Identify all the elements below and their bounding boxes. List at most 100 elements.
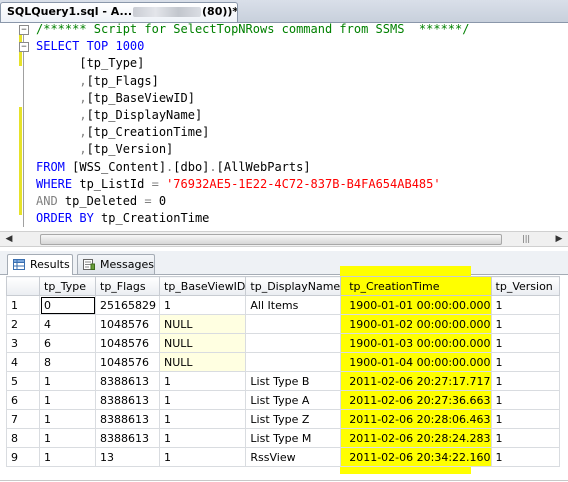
column-header-tp-creationtime[interactable]: tp_CreationTime bbox=[340, 276, 492, 296]
grid-cell[interactable]: 2011-02-06 20:27:36.663 bbox=[340, 390, 492, 410]
grid-cell[interactable]: 2011-02-06 20:28:24.283 bbox=[340, 428, 492, 448]
scroll-left-icon[interactable]: ◀ bbox=[2, 232, 16, 246]
grid-cell[interactable]: 2011-02-06 20:28:06.463 bbox=[340, 409, 492, 429]
grid-cell[interactable]: 1 bbox=[39, 428, 96, 448]
grid-cell[interactable]: 6 bbox=[39, 333, 96, 353]
code-line: ,[tp_CreationTime] bbox=[36, 124, 469, 141]
table-row[interactable]: 8 1 8388613 1 List Type M 2011-02-06 20:28:24… bbox=[6, 428, 560, 448]
grid-cell[interactable]: 4 bbox=[39, 314, 96, 334]
table-row[interactable]: 5 1 8388613 1 List Type B 2011-02-06 20:27:17… bbox=[6, 371, 560, 391]
grid-cell[interactable]: 1048576 bbox=[95, 314, 160, 334]
row-number-cell[interactable]: 1 bbox=[6, 295, 40, 315]
sql-code[interactable]: /****** Script for SelectTopNRows comman… bbox=[36, 21, 469, 227]
grid-cell[interactable]: 8388613 bbox=[95, 371, 160, 391]
tab-results[interactable]: Results bbox=[7, 254, 73, 275]
row-number-cell[interactable]: 5 bbox=[6, 371, 40, 391]
grid-cell[interactable]: List Type Z bbox=[245, 409, 342, 429]
row-number-cell[interactable]: 6 bbox=[6, 390, 40, 410]
grid-cell[interactable]: 1048576 bbox=[95, 352, 160, 372]
grid-cell[interactable]: 1 bbox=[490, 390, 560, 410]
editor-horizontal-scrollbar[interactable]: ◀ ||| ▶ bbox=[0, 231, 568, 247]
column-header-tp-displayname[interactable]: tp_DisplayName bbox=[245, 276, 342, 296]
column-header-tp-baseviewid[interactable]: tp_BaseViewID bbox=[158, 276, 247, 296]
grid-cell[interactable]: NULL bbox=[158, 333, 247, 353]
redacted-server-name bbox=[133, 7, 202, 17]
collapse-minus-icon[interactable]: − bbox=[19, 25, 29, 35]
table-row[interactable]: 4 8 1048576 NULL 1900-01-04 00:00:00.000 1 bbox=[6, 352, 560, 372]
table-row[interactable]: 6 1 8388613 1 List Type A 2011-02-06 20:27:36… bbox=[6, 390, 560, 410]
grid-cell[interactable]: All Items bbox=[245, 295, 342, 315]
grid-cell[interactable]: 1900-01-02 00:00:00.000 bbox=[340, 314, 492, 334]
grid-corner-cell[interactable] bbox=[6, 276, 40, 296]
grid-cell[interactable]: List Type B bbox=[245, 371, 342, 391]
grid-cell[interactable] bbox=[245, 352, 342, 372]
tab-messages[interactable]: Messages bbox=[77, 254, 155, 274]
grid-cell[interactable]: 1 bbox=[158, 295, 247, 315]
row-number-cell[interactable]: 4 bbox=[6, 352, 40, 372]
grid-cell[interactable]: 1 bbox=[39, 390, 96, 410]
grid-cell[interactable]: 1 bbox=[158, 409, 247, 429]
grid-cell[interactable]: 2011-02-06 20:27:17.717 bbox=[340, 371, 492, 391]
grid-cell[interactable]: 1900-01-03 00:00:00.000 bbox=[340, 333, 492, 353]
grid-cell[interactable] bbox=[245, 314, 342, 334]
grid-cell[interactable]: 1 bbox=[39, 447, 96, 467]
table-row[interactable]: 7 1 8388613 1 List Type Z 2011-02-06 20:28:06… bbox=[6, 409, 560, 429]
grid-cell[interactable]: List Type M bbox=[245, 428, 342, 448]
code-token-gray: = bbox=[144, 193, 159, 208]
grid-cell[interactable]: 1 bbox=[158, 447, 247, 467]
grid-cell[interactable] bbox=[245, 333, 342, 353]
row-number-cell[interactable]: 8 bbox=[6, 428, 40, 448]
grid-cell[interactable]: 1 bbox=[490, 314, 560, 334]
grid-cell[interactable]: 1900-01-04 00:00:00.000 bbox=[340, 352, 492, 372]
code-line: ,[tp_Flags] bbox=[36, 73, 469, 90]
row-number-cell[interactable]: 2 bbox=[6, 314, 40, 334]
grid-cell[interactable]: 1 bbox=[490, 371, 560, 391]
grid-cell[interactable]: RssView bbox=[245, 447, 342, 467]
change-marker bbox=[19, 107, 22, 215]
code-token-plain: tp_Deleted bbox=[64, 193, 145, 208]
column-header-tp-version[interactable]: tp_Version bbox=[490, 276, 560, 296]
grid-cell[interactable]: 8388613 bbox=[95, 409, 160, 429]
table-row[interactable]: 9 1 13 1 RssView 2011-02-06 20:34:22.160 1 bbox=[6, 447, 560, 467]
code-token-gray: , bbox=[36, 125, 87, 140]
document-tab-sqlquery1[interactable]: SQLQuery1.sql - A... (80))* bbox=[0, 2, 238, 22]
table-row[interactable]: 3 6 1048576 NULL 1900-01-03 00:00:00.000 1 bbox=[6, 333, 560, 353]
grid-cell[interactable]: 1 bbox=[39, 409, 96, 429]
grid-cell[interactable]: 13 bbox=[95, 447, 160, 467]
scroll-thumb[interactable] bbox=[40, 234, 502, 245]
grid-cell[interactable]: 0 bbox=[39, 295, 96, 315]
grid-cell[interactable]: NULL bbox=[158, 314, 247, 334]
grid-cell[interactable]: 8 bbox=[39, 352, 96, 372]
grid-cell[interactable]: 1 bbox=[490, 333, 560, 353]
grid-cell[interactable]: 2011-02-06 20:34:22.160 bbox=[340, 447, 492, 467]
column-header-tp-type[interactable]: tp_Type bbox=[39, 276, 96, 296]
table-row[interactable]: 1 0 25165829 1 All Items 1900-01-01 00:00:00.… bbox=[6, 295, 560, 315]
grid-cell[interactable]: 1 bbox=[158, 428, 247, 448]
grid-cell[interactable]: 1 bbox=[39, 371, 96, 391]
table-row[interactable]: 2 4 1048576 NULL 1900-01-02 00:00:00.000 1 bbox=[6, 314, 560, 334]
column-header-tp-flags[interactable]: tp_Flags bbox=[95, 276, 160, 296]
query-editor[interactable]: − − /****** Script for SelectTopNRows co… bbox=[0, 21, 568, 231]
row-number-cell[interactable]: 9 bbox=[6, 447, 40, 467]
grid-cell[interactable]: 1 bbox=[490, 409, 560, 429]
code-line: SELECT TOP 1000 bbox=[36, 38, 469, 55]
grid-cell[interactable]: 1 bbox=[490, 352, 560, 372]
grid-cell[interactable]: List Type A bbox=[245, 390, 342, 410]
collapse-minus-icon[interactable]: − bbox=[19, 42, 29, 52]
grid-cell[interactable]: 8388613 bbox=[95, 428, 160, 448]
grid-cell[interactable]: 25165829 bbox=[95, 295, 160, 315]
row-number-cell[interactable]: 7 bbox=[6, 409, 40, 429]
grid-cell[interactable]: 1 bbox=[158, 390, 247, 410]
grid-cell[interactable]: 1 bbox=[490, 428, 560, 448]
grid-cell[interactable]: 1048576 bbox=[95, 333, 160, 353]
grid-cell[interactable]: 1 bbox=[490, 447, 560, 467]
grid-cell[interactable]: 1 bbox=[490, 295, 560, 315]
row-number-cell[interactable]: 3 bbox=[6, 333, 40, 353]
grid-cell[interactable]: 8388613 bbox=[95, 390, 160, 410]
scroll-right-icon[interactable]: ▶ bbox=[552, 232, 566, 246]
grid-cell[interactable]: 1 bbox=[158, 371, 247, 391]
grid-cell[interactable]: NULL bbox=[158, 352, 247, 372]
grid-cell[interactable]: 1900-01-01 00:00:00.000 bbox=[340, 295, 492, 315]
code-token-str: '76932AE5-1E22-4C72-837B-B4FA654AB485' bbox=[166, 176, 441, 191]
results-grid[interactable]: tp_Type tp_Flags tp_BaseViewID tp_DisplayNa… bbox=[6, 276, 560, 467]
